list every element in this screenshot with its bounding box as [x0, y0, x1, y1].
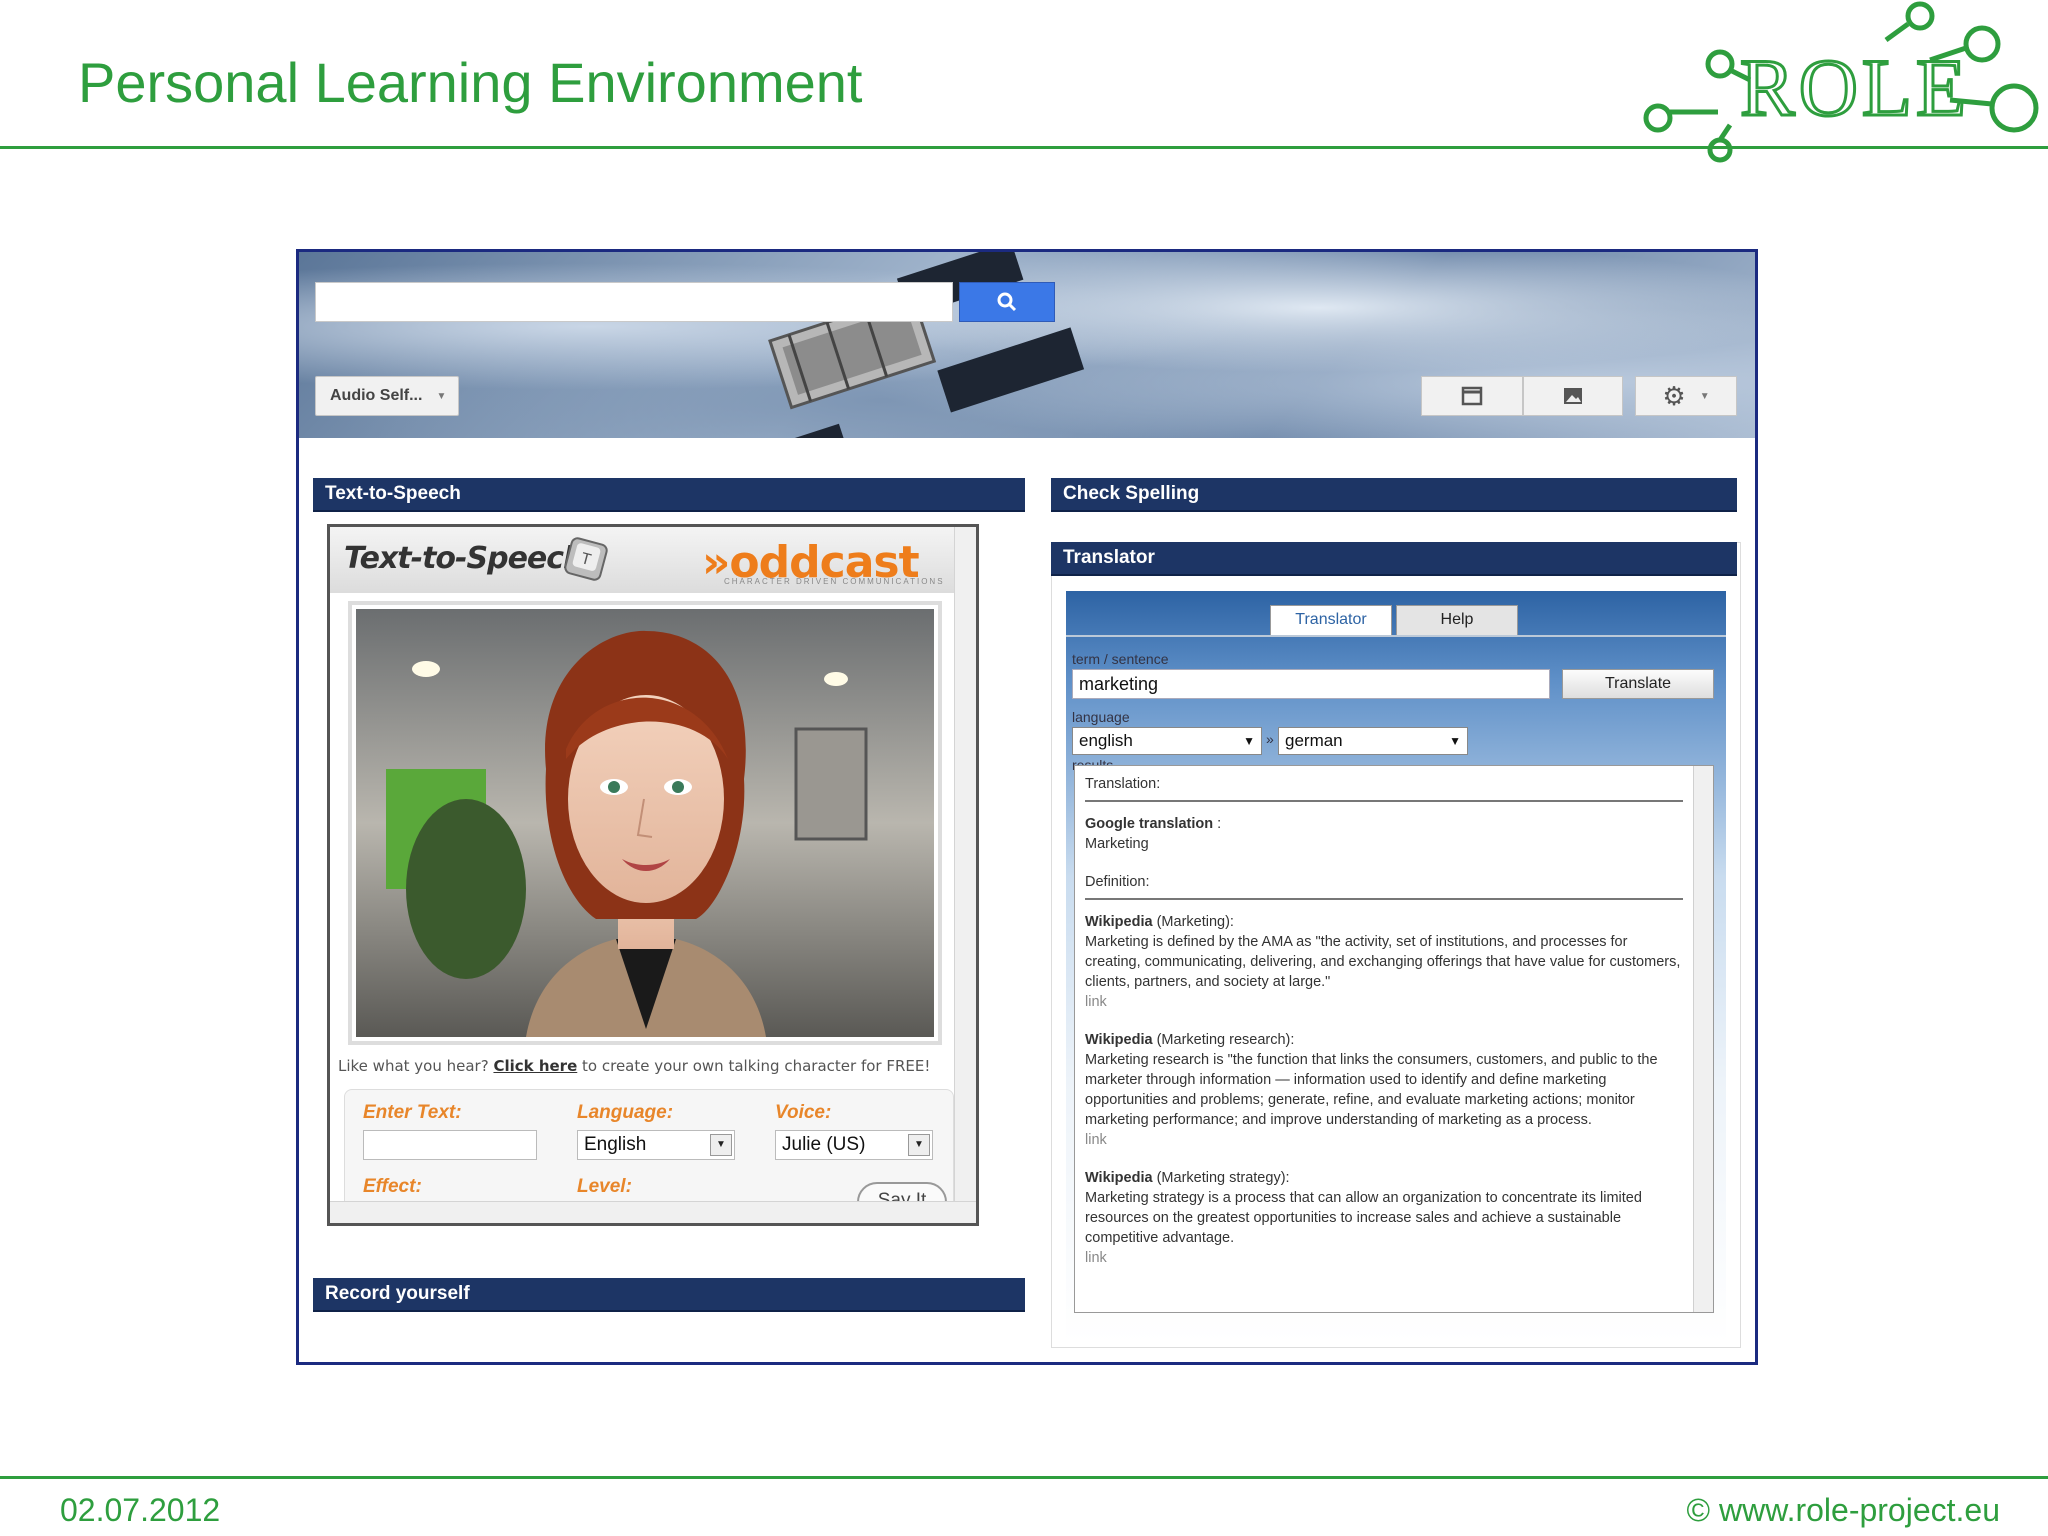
tts-player: Text-to-Speech T »oddcast CHARACTER DRIV…	[327, 524, 979, 1226]
settings-button[interactable]: ⚙ ▼	[1635, 376, 1737, 416]
tab-translator[interactable]: Translator	[1270, 605, 1392, 635]
tts-widget-title-text: Text-to-Speech	[325, 483, 461, 504]
promo-link[interactable]: Click here	[493, 1057, 577, 1075]
window-icon	[1461, 386, 1483, 406]
entry-text: Marketing is defined by the AMA as "the …	[1085, 934, 1681, 990]
logo-text: ROLE	[1740, 42, 1970, 133]
satellite-image	[762, 252, 1085, 438]
language-label: language	[1072, 709, 1130, 725]
language-value: English	[584, 1134, 647, 1155]
ple-screenshot: Audio Self... ▼ ⚙ ▼ Text-to-Speech Text-…	[296, 249, 1758, 1365]
key-t-icon: T	[564, 537, 608, 581]
footer-divider	[0, 1476, 2048, 1479]
talking-avatar[interactable]	[348, 601, 942, 1045]
promo-text: Like what you hear? Click here to create…	[338, 1057, 930, 1075]
spelling-widget-title-text: Check Spelling	[1063, 483, 1200, 504]
layout-button[interactable]	[1421, 376, 1523, 416]
tts-vertical-scrollbar[interactable]	[954, 527, 976, 1203]
translator-widget-title: Translator	[1051, 542, 1737, 576]
results-separator	[1085, 800, 1683, 802]
to-language-select[interactable]: german ▼	[1278, 727, 1468, 755]
entry-link[interactable]: link	[1085, 994, 1107, 1010]
results-scrollbar[interactable]	[1693, 766, 1713, 1312]
tab-divider	[1066, 635, 1726, 637]
chevron-down-icon: ▼	[1449, 734, 1461, 748]
entry-topic: (Marketing research):	[1152, 1032, 1295, 1048]
search-input[interactable]	[315, 282, 953, 322]
translator-app: Translator Help term / sentence marketin…	[1066, 591, 1726, 1343]
tab-help[interactable]: Help	[1396, 605, 1518, 635]
record-widget-title: Record yourself	[313, 1278, 1025, 1312]
entry-source: Wikipedia	[1085, 1032, 1153, 1048]
definition-entry: Wikipedia (Marketing strategy): Marketin…	[1085, 1168, 1683, 1268]
google-translation: Google translation : Marketing	[1085, 814, 1683, 854]
footer-date: 02.07.2012	[60, 1492, 221, 1528]
oddcast-tagline: CHARACTER DRIVEN COMMUNICATIONS	[724, 577, 945, 586]
language-arrow: »	[1266, 731, 1274, 747]
record-widget-title-text: Record yourself	[325, 1283, 470, 1304]
gear-icon: ⚙	[1662, 380, 1686, 411]
translation-heading: Translation:	[1085, 776, 1161, 792]
space-dropdown-label: Audio Self...	[330, 387, 423, 404]
chevron-down-icon: ▼	[908, 1134, 930, 1156]
chevron-down-icon: ▼	[1243, 734, 1255, 748]
definition-entry: Wikipedia (Marketing): Marketing is defi…	[1085, 912, 1683, 1012]
voice-value: Julie (US)	[782, 1134, 866, 1155]
results-content: Translation: Google translation : Market…	[1085, 774, 1683, 1286]
entry-topic: (Marketing strategy):	[1152, 1170, 1290, 1186]
language-select[interactable]: English ▼	[577, 1130, 735, 1160]
header-banner: Audio Self... ▼ ⚙ ▼	[299, 252, 1755, 438]
translate-button[interactable]: Translate	[1562, 669, 1714, 699]
search-icon	[997, 292, 1017, 312]
chevron-down-icon: ▼	[436, 390, 447, 402]
term-input[interactable]: marketing	[1072, 669, 1550, 699]
results-separator	[1085, 898, 1683, 900]
entry-link[interactable]: link	[1085, 1132, 1107, 1148]
search-button[interactable]	[959, 282, 1055, 322]
enter-text-label: Enter Text:	[363, 1102, 462, 1123]
promo-prefix: Like what you hear?	[338, 1057, 494, 1075]
google-value: Marketing	[1085, 836, 1149, 852]
enter-text-input[interactable]	[363, 1130, 537, 1160]
term-label: term / sentence	[1072, 651, 1169, 667]
role-logo: ROLE	[1643, 1, 2039, 163]
footer-copyright: © www.role-project.eu	[1686, 1492, 2000, 1528]
definition-entry: Wikipedia (Marketing research): Marketin…	[1085, 1030, 1683, 1150]
voice-select[interactable]: Julie (US) ▼	[775, 1130, 933, 1160]
space-dropdown[interactable]: Audio Self... ▼	[315, 376, 459, 416]
definition-heading: Definition:	[1085, 874, 1150, 890]
translator-widget: Translator Translator Help term / senten…	[1051, 542, 1741, 1348]
image-button[interactable]	[1523, 376, 1623, 416]
translator-widget-title-text: Translator	[1063, 547, 1155, 568]
effect-label: Effect:	[363, 1176, 422, 1197]
entry-link[interactable]: link	[1085, 1250, 1107, 1266]
entry-source: Wikipedia	[1085, 1170, 1153, 1186]
tts-horizontal-scrollbar[interactable]	[330, 1201, 976, 1223]
chevron-down-icon: ▼	[1699, 390, 1710, 402]
tts-widget-title: Text-to-Speech	[313, 478, 1025, 512]
results-panel[interactable]: Translation: Google translation : Market…	[1074, 765, 1714, 1313]
promo-suffix: to create your own talking character for…	[577, 1057, 931, 1075]
slide-title: Personal Learning Environment	[78, 51, 863, 114]
tts-widget: Text-to-Speech Text-to-Speech T »oddcast…	[313, 478, 1025, 1254]
google-label: Google translation	[1085, 816, 1214, 832]
tts-app-title: Text-to-Speech	[344, 541, 584, 576]
tts-header: Text-to-Speech T »oddcast CHARACTER DRIV…	[330, 527, 960, 593]
google-suffix: :	[1213, 816, 1222, 832]
from-language-select[interactable]: english ▼	[1072, 727, 1262, 755]
image-icon	[1564, 388, 1582, 404]
spelling-widget-title: Check Spelling	[1051, 478, 1737, 512]
entry-text: Marketing research is "the function that…	[1085, 1052, 1658, 1128]
voice-label: Voice:	[775, 1102, 832, 1123]
entry-topic: (Marketing):	[1152, 914, 1234, 930]
chevron-down-icon: ▼	[710, 1134, 732, 1156]
entry-source: Wikipedia	[1085, 914, 1153, 930]
from-language-value: english	[1079, 731, 1133, 750]
avatar-scene	[356, 609, 934, 1037]
entry-text: Marketing strategy is a process that can…	[1085, 1190, 1642, 1246]
to-language-value: german	[1285, 731, 1343, 750]
level-label: Level:	[577, 1176, 632, 1197]
language-label: Language:	[577, 1102, 674, 1123]
